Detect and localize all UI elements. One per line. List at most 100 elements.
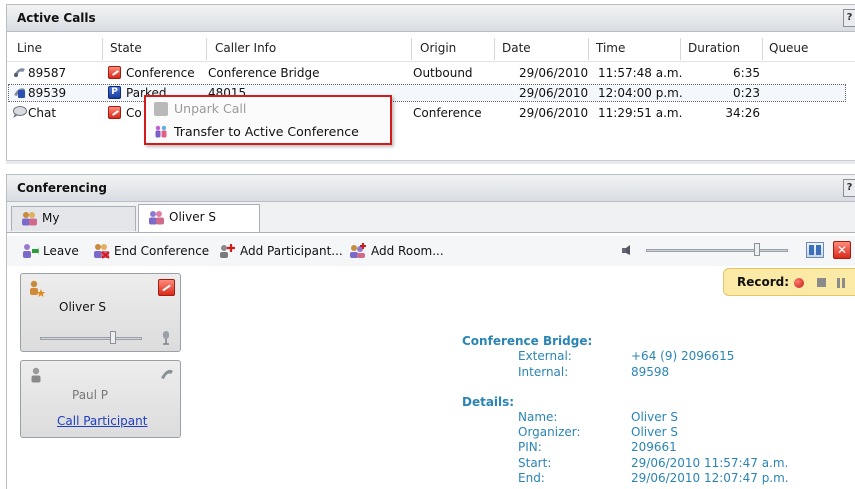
panel-splitter[interactable] xyxy=(6,160,855,164)
menu-item-transfer-to-active-conference[interactable]: Transfer to Active Conference xyxy=(148,121,388,142)
row-state: Conference xyxy=(126,66,195,80)
help-icon[interactable]: ? xyxy=(843,9,855,27)
add-room-label: Add Room... xyxy=(371,244,444,258)
external-label: External: xyxy=(518,349,572,363)
organizer-label: Organizer: xyxy=(518,425,581,439)
conference-people-icon xyxy=(22,212,37,226)
mute-participant-button[interactable] xyxy=(158,279,175,296)
conferencing-title: Conferencing xyxy=(17,181,107,195)
volume-slider-thumb[interactable] xyxy=(753,243,760,256)
row-origin: Outbound xyxy=(413,66,473,80)
column-header-date[interactable]: Date xyxy=(502,41,531,55)
leave-label: Leave xyxy=(43,244,79,258)
add-room-icon xyxy=(350,243,366,258)
add-participant-label: Add Participant... xyxy=(240,244,343,258)
add-participant-icon xyxy=(220,244,235,258)
active-calls-title: Active Calls xyxy=(17,11,96,25)
column-separator xyxy=(206,38,207,60)
leave-button[interactable]: Leave xyxy=(21,242,79,262)
end-conference-label: End Conference xyxy=(114,244,210,258)
stop-icon[interactable] xyxy=(817,278,826,287)
column-separator xyxy=(680,38,681,60)
internal-number: 89598 xyxy=(631,365,670,379)
column-header-line[interactable]: Line xyxy=(17,41,42,55)
call-participant-link[interactable]: Call Participant xyxy=(57,414,147,428)
end-conference-button[interactable]: End Conference xyxy=(92,242,209,262)
tab-label: Oliver S xyxy=(169,210,216,224)
column-separator xyxy=(102,38,103,60)
name-value: Oliver S xyxy=(631,410,678,424)
column-header-caller-info[interactable]: Caller Info xyxy=(215,41,276,55)
participant-volume-slider[interactable] xyxy=(40,337,142,340)
participant-card-paul-p[interactable]: Paul P Call Participant xyxy=(20,360,181,438)
start-label: Start: xyxy=(518,456,552,470)
columns-icon xyxy=(809,245,821,255)
column-header-state[interactable]: State xyxy=(110,41,142,55)
phone-line-icon xyxy=(14,88,25,98)
close-icon[interactable]: ✕ xyxy=(833,241,851,259)
add-room-button[interactable]: Add Room... xyxy=(349,242,444,262)
participant-volume-thumb[interactable] xyxy=(110,331,117,344)
speaker-icon xyxy=(622,245,630,255)
row-duration: 6:35 xyxy=(733,66,760,80)
bridge-heading: Conference Bridge: xyxy=(462,334,593,348)
details-heading: Details: xyxy=(462,395,515,409)
row-line: 89587 xyxy=(28,66,67,80)
row-duration: 34:26 xyxy=(725,106,760,120)
pin-label: PIN: xyxy=(518,440,542,454)
conference-state-icon xyxy=(108,66,121,79)
tab-oliver-s[interactable]: Oliver S xyxy=(138,204,260,232)
conferencing-header: Conferencing ? xyxy=(6,174,855,202)
row-date: 29/06/2010 xyxy=(519,66,589,80)
row-origin: Conference xyxy=(413,106,482,120)
hangup-icon xyxy=(162,284,171,292)
column-separator xyxy=(411,38,412,60)
phone-handset-icon[interactable] xyxy=(159,367,175,381)
column-header-time[interactable]: Time xyxy=(596,41,625,55)
end-label: End: xyxy=(518,471,545,485)
row-date: 29/06/2010 xyxy=(519,106,589,120)
context-menu: Unpark Call Transfer to Active Conferenc… xyxy=(144,95,392,145)
menu-item-label: Unpark Call xyxy=(174,101,247,116)
row-time: 11:57:48 a.m. xyxy=(598,66,683,80)
conference-people-icon xyxy=(155,125,167,138)
record-icon[interactable] xyxy=(794,278,804,288)
column-separator xyxy=(588,38,589,60)
parked-state-icon: P xyxy=(108,86,121,99)
end-value: 29/06/2010 12:07:47 p.m. xyxy=(631,471,789,485)
participant-card-oliver-s[interactable]: Oliver S xyxy=(20,273,181,352)
row-caller-info: Conference Bridge xyxy=(208,66,320,80)
person-icon xyxy=(31,367,41,383)
column-header-queue[interactable]: Queue xyxy=(769,41,808,55)
organizer-value: Oliver S xyxy=(631,425,678,439)
pause-icon[interactable] xyxy=(837,278,840,288)
participant-name: Paul P xyxy=(72,388,109,402)
chat-icon xyxy=(13,106,27,118)
organizer-icon xyxy=(30,280,46,297)
external-number: +64 (9) 2096615 xyxy=(631,349,735,363)
unpark-icon xyxy=(154,102,168,116)
phone-line-icon xyxy=(14,68,25,77)
column-header-duration[interactable]: Duration xyxy=(688,41,740,55)
column-separator xyxy=(762,38,763,60)
column-header-origin[interactable]: Origin xyxy=(420,41,456,55)
layout-toggle-button[interactable] xyxy=(806,242,824,258)
menu-item-unpark-call[interactable]: Unpark Call xyxy=(148,98,388,119)
row-time: 11:29:51 a.m. xyxy=(598,106,683,120)
conference-people-icon xyxy=(149,211,164,225)
pause-icon[interactable] xyxy=(842,278,845,288)
row-line: Chat xyxy=(28,106,57,120)
row-time: 12:04:00 p.m. xyxy=(598,86,683,100)
add-participant-button[interactable]: Add Participant... xyxy=(218,242,343,262)
microphone-icon[interactable] xyxy=(158,330,174,346)
column-separator xyxy=(494,38,495,60)
start-value: 29/06/2010 11:57:47 a.m. xyxy=(631,456,789,470)
leave-icon xyxy=(23,244,39,258)
record-label: Record: xyxy=(737,275,790,289)
participant-name: Oliver S xyxy=(59,300,106,314)
tab-my-conferences[interactable]: My Conferences xyxy=(11,206,136,248)
internal-label: Internal: xyxy=(518,365,569,379)
help-icon[interactable]: ? xyxy=(843,179,855,197)
volume-slider[interactable] xyxy=(646,249,788,252)
conference-state-icon xyxy=(108,106,121,119)
